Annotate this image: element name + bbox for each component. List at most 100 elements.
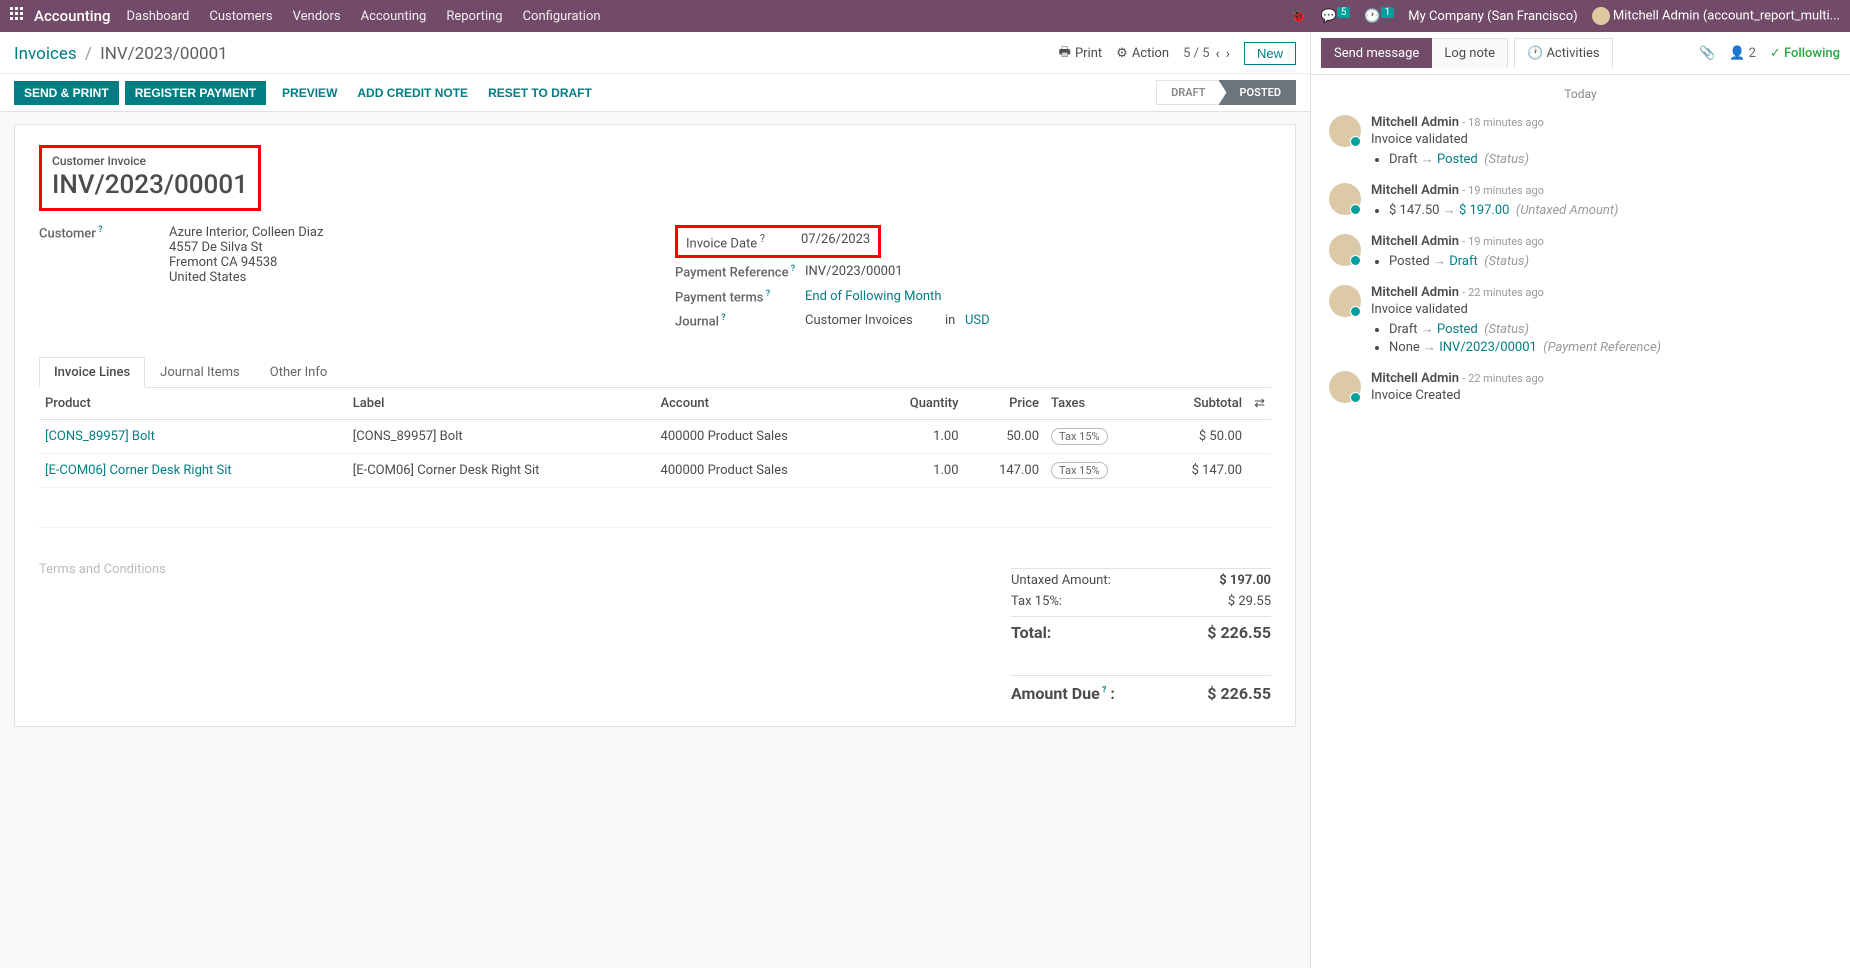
followers-button[interactable]: 👤 2 <box>1729 46 1756 61</box>
amount-due-label: Amount Due ? : <box>1011 684 1115 703</box>
tax-label: Tax 15%: <box>1011 594 1062 609</box>
control-panel: Invoices / INV/2023/00001 🖶 Print ⚙ Acti… <box>0 32 1310 74</box>
breadcrumb-current: INV/2023/00001 <box>100 44 228 64</box>
form-sheet: Customer Invoice INV/2023/00001 Customer… <box>14 124 1296 727</box>
help-icon[interactable]: ? <box>764 289 771 299</box>
messages-icon[interactable]: 💬5 <box>1321 9 1351 24</box>
statusbar: DRAFT POSTED <box>1156 80 1296 105</box>
activities-button[interactable]: 🕐 Activities <box>1514 38 1613 68</box>
msg-author[interactable]: Mitchell Admin <box>1371 183 1459 198</box>
add-credit-note-button[interactable]: ADD CREDIT NOTE <box>347 81 478 105</box>
help-icon[interactable]: ? <box>789 264 796 274</box>
avatar-icon <box>1329 234 1361 266</box>
msg-time: - 19 minutes ago <box>1462 235 1544 248</box>
untaxed-value: $ 197.00 <box>1219 573 1271 588</box>
menu-accounting[interactable]: Accounting <box>361 9 427 24</box>
form-tabs: Invoice Lines Journal Items Other Info <box>39 357 1271 388</box>
msg-author[interactable]: Mitchell Admin <box>1371 285 1459 300</box>
avatar-icon <box>1329 285 1361 317</box>
untaxed-label: Untaxed Amount: <box>1011 573 1111 588</box>
journal-label: Journal ? <box>675 313 805 329</box>
tax-value: $ 29.55 <box>1228 594 1271 609</box>
avatar-icon <box>1329 371 1361 403</box>
customer-link[interactable]: Azure Interior, Colleen Diaz <box>169 225 635 240</box>
breadcrumb-root[interactable]: Invoices <box>14 44 77 64</box>
avatar-icon <box>1592 7 1610 25</box>
log-note-button[interactable]: Log note <box>1432 38 1508 68</box>
payment-ref-value: INV/2023/00001 <box>805 264 1271 280</box>
menu-vendors[interactable]: Vendors <box>293 9 341 24</box>
chatter-panel: Send message Log note 🕐 Activities 📎 👤 2… <box>1310 32 1850 968</box>
invoice-date-label: Invoice Date ? <box>686 232 801 251</box>
col-taxes: Taxes <box>1045 388 1151 420</box>
action-button[interactable]: ⚙ Action <box>1116 46 1169 61</box>
chatter-message: Mitchell Admin - 18 minutes ago Invoice … <box>1329 115 1832 169</box>
product-link[interactable]: [E-COM06] Corner Desk Right Sit <box>39 454 347 488</box>
tab-journal-items[interactable]: Journal Items <box>145 357 255 387</box>
columns-settings-icon[interactable]: ⇄ <box>1248 388 1271 420</box>
col-price: Price <box>965 388 1046 420</box>
breadcrumb: Invoices / INV/2023/00001 <box>14 44 228 64</box>
payment-terms-value[interactable]: End of Following Month <box>805 289 1271 305</box>
help-icon[interactable]: ? <box>96 225 103 235</box>
status-posted[interactable]: POSTED <box>1219 80 1297 105</box>
chatter-message: Mitchell Admin - 22 minutes ago Invoice … <box>1329 285 1832 357</box>
table-row[interactable]: [CONS_89957] Bolt [CONS_89957] Bolt 4000… <box>39 420 1271 454</box>
avatar-icon <box>1329 115 1361 147</box>
col-product: Product <box>39 388 347 420</box>
attachment-icon[interactable]: 📎 <box>1699 46 1715 61</box>
journal-value: Customer Invoices in USD <box>805 313 1271 329</box>
menu-reporting[interactable]: Reporting <box>446 9 502 24</box>
pager-next[interactable]: › <box>1226 46 1230 62</box>
new-button[interactable]: New <box>1244 42 1296 65</box>
terms-placeholder[interactable]: Terms and Conditions <box>39 562 1011 706</box>
highlight-box-date: Invoice Date ? 07/26/2023 <box>675 225 881 258</box>
msg-author[interactable]: Mitchell Admin <box>1371 115 1459 130</box>
chatter-message: Mitchell Admin - 19 minutes ago $ 147.50… <box>1329 183 1832 220</box>
payment-ref-label: Payment Reference ? <box>675 264 805 280</box>
send-message-button[interactable]: Send message <box>1321 38 1432 68</box>
act-badge: 1 <box>1381 7 1395 18</box>
chatter-today: Today <box>1329 87 1832 101</box>
tab-other-info[interactable]: Other Info <box>255 357 343 387</box>
total-label: Total: <box>1011 623 1051 642</box>
currency-link[interactable]: USD <box>965 313 990 328</box>
status-draft[interactable]: DRAFT <box>1156 80 1226 105</box>
following-button[interactable]: ✓ Following <box>1770 46 1840 61</box>
pager-prev[interactable]: ‹ <box>1216 46 1220 62</box>
invoice-number: INV/2023/00001 <box>52 170 248 200</box>
msg-author[interactable]: Mitchell Admin <box>1371 234 1459 249</box>
menu-configuration[interactable]: Configuration <box>523 9 601 24</box>
col-qty: Quantity <box>870 388 964 420</box>
activities-icon[interactable]: 🕐1 <box>1364 9 1394 24</box>
msg-badge: 5 <box>1337 7 1351 18</box>
app-name[interactable]: Accounting <box>34 7 110 25</box>
chatter-message: Mitchell Admin - 22 minutes ago Invoice … <box>1329 371 1832 403</box>
msg-time: - 22 minutes ago <box>1462 372 1544 385</box>
debug-icon[interactable]: 🐞 <box>1290 9 1306 24</box>
table-row[interactable]: [E-COM06] Corner Desk Right Sit [E-COM06… <box>39 454 1271 488</box>
tab-invoice-lines[interactable]: Invoice Lines <box>39 357 145 388</box>
menu-dashboard[interactable]: Dashboard <box>126 9 189 24</box>
send-print-button[interactable]: SEND & PRINT <box>14 81 119 105</box>
col-label: Label <box>347 388 655 420</box>
company-name[interactable]: My Company (San Francisco) <box>1408 9 1577 24</box>
pager-text: 5 / 5 <box>1183 46 1209 61</box>
reset-draft-button[interactable]: RESET TO DRAFT <box>478 81 602 105</box>
highlight-box-title: Customer Invoice INV/2023/00001 <box>39 145 261 211</box>
invoice-date-value: 07/26/2023 <box>801 232 870 251</box>
apps-icon[interactable] <box>10 7 24 25</box>
total-value: $ 226.55 <box>1207 623 1271 642</box>
help-icon[interactable]: ? <box>757 232 765 245</box>
col-account: Account <box>655 388 871 420</box>
menu-customers[interactable]: Customers <box>209 9 272 24</box>
register-payment-button[interactable]: REGISTER PAYMENT <box>125 81 266 105</box>
msg-time: - 22 minutes ago <box>1462 286 1544 299</box>
invoice-type-label: Customer Invoice <box>52 154 248 168</box>
msg-author[interactable]: Mitchell Admin <box>1371 371 1459 386</box>
product-link[interactable]: [CONS_89957] Bolt <box>39 420 347 454</box>
user-menu[interactable]: Mitchell Admin (account_report_multi... <box>1592 7 1840 25</box>
print-button[interactable]: 🖶 Print <box>1059 43 1102 65</box>
preview-button[interactable]: PREVIEW <box>272 81 347 105</box>
help-icon[interactable]: ? <box>719 313 726 323</box>
